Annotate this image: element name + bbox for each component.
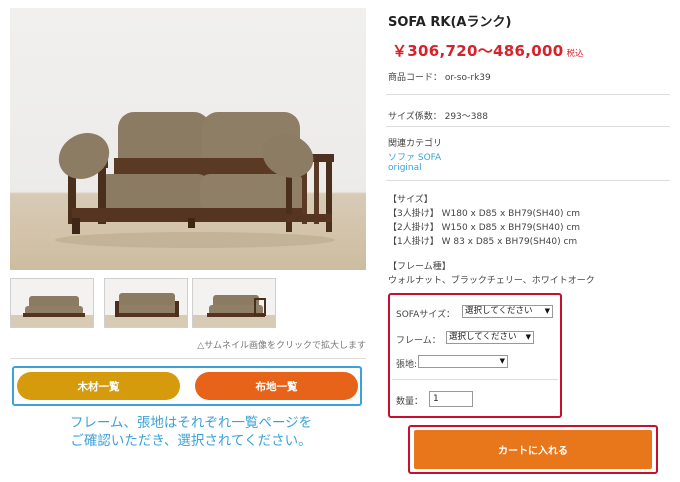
divider [392, 379, 558, 380]
size-line: 【3人掛け】 W180 x D85 x BH79(SH40) cm [388, 209, 581, 219]
tax-label: 税込 [566, 49, 584, 59]
annotation-line-1: フレーム、張地はそれぞれ一覧ページを [69, 415, 313, 431]
product-code-label: 商品コード： [388, 73, 443, 83]
product-code-value: or-so-rk39 [444, 73, 491, 83]
thumbnail-front[interactable] [10, 278, 94, 328]
divider [386, 94, 670, 95]
divider [386, 126, 670, 127]
size-line: 【1人掛け】 W 83 x D85 x BH79(SH40) cm [388, 237, 578, 247]
frame-label: フレーム： [396, 336, 441, 346]
size-factor: サイズ係数： 293～388 [388, 109, 488, 122]
chevron-down-icon: ▼ [544, 307, 550, 315]
product-title: SOFA RK(Aランク) [388, 15, 512, 30]
divider [386, 180, 670, 181]
product-price: ￥306,720～486,000 [392, 42, 564, 60]
fabric-select[interactable]: ▼ [418, 355, 508, 368]
size-line: 【2人掛け】 W150 x D85 x BH79(SH40) cm [388, 223, 581, 233]
sofa-size-label: SOFAサイズ： [396, 310, 456, 320]
chevron-down-icon: ▼ [525, 333, 531, 341]
chevron-down-icon: ▼ [499, 357, 505, 365]
size-heading: 【サイズ】 [388, 195, 433, 205]
annotation-note: フレーム、張地はそれぞれ一覧ページを ご確認いただき、選択されてください。 [16, 414, 366, 450]
frame-values: ウォルナット、ブラックチェリー、ホワイトオーク [388, 276, 595, 286]
price-row: ￥306,720～486,000 税込 [392, 40, 583, 61]
thumbnail-side[interactable] [192, 278, 276, 328]
frame-heading: 【フレーム種】 [388, 262, 451, 272]
sofa-size-select[interactable]: 選択してください ▼ [462, 305, 553, 318]
thumbnail-strip [10, 278, 366, 330]
product-code: 商品コード： or-so-rk39 [388, 70, 491, 83]
frame-select[interactable]: 選択してください ▼ [446, 331, 534, 344]
frame-selected: 選択してください [449, 332, 517, 342]
sofa-size-selected: 選択してください [465, 306, 533, 316]
quantity-label: 数量： [396, 397, 424, 407]
category-heading: 関連カテゴリ [388, 139, 443, 149]
category-link-original[interactable]: original [388, 163, 422, 173]
add-to-cart-button[interactable]: カートに入れる [414, 430, 652, 469]
wood-list-button[interactable]: 木材一覧 [17, 372, 180, 400]
divider [10, 358, 366, 359]
thumbnail-angle[interactable] [104, 278, 188, 328]
size-factor-value: 293～388 [444, 112, 488, 122]
annotation-line-2: ご確認いただき、選択されてください。 [70, 433, 312, 449]
thumbnail-hint: △サムネイル画像をクリックで拡大します [197, 341, 366, 351]
main-product-image [10, 8, 366, 270]
category-link-sofa[interactable]: ソファ SOFA [388, 150, 441, 163]
quantity-input[interactable]: 1 [429, 391, 473, 407]
fabric-label: 張地: [396, 360, 418, 370]
size-factor-label: サイズ係数： [388, 112, 442, 122]
fabric-list-button[interactable]: 布地一覧 [195, 372, 358, 400]
